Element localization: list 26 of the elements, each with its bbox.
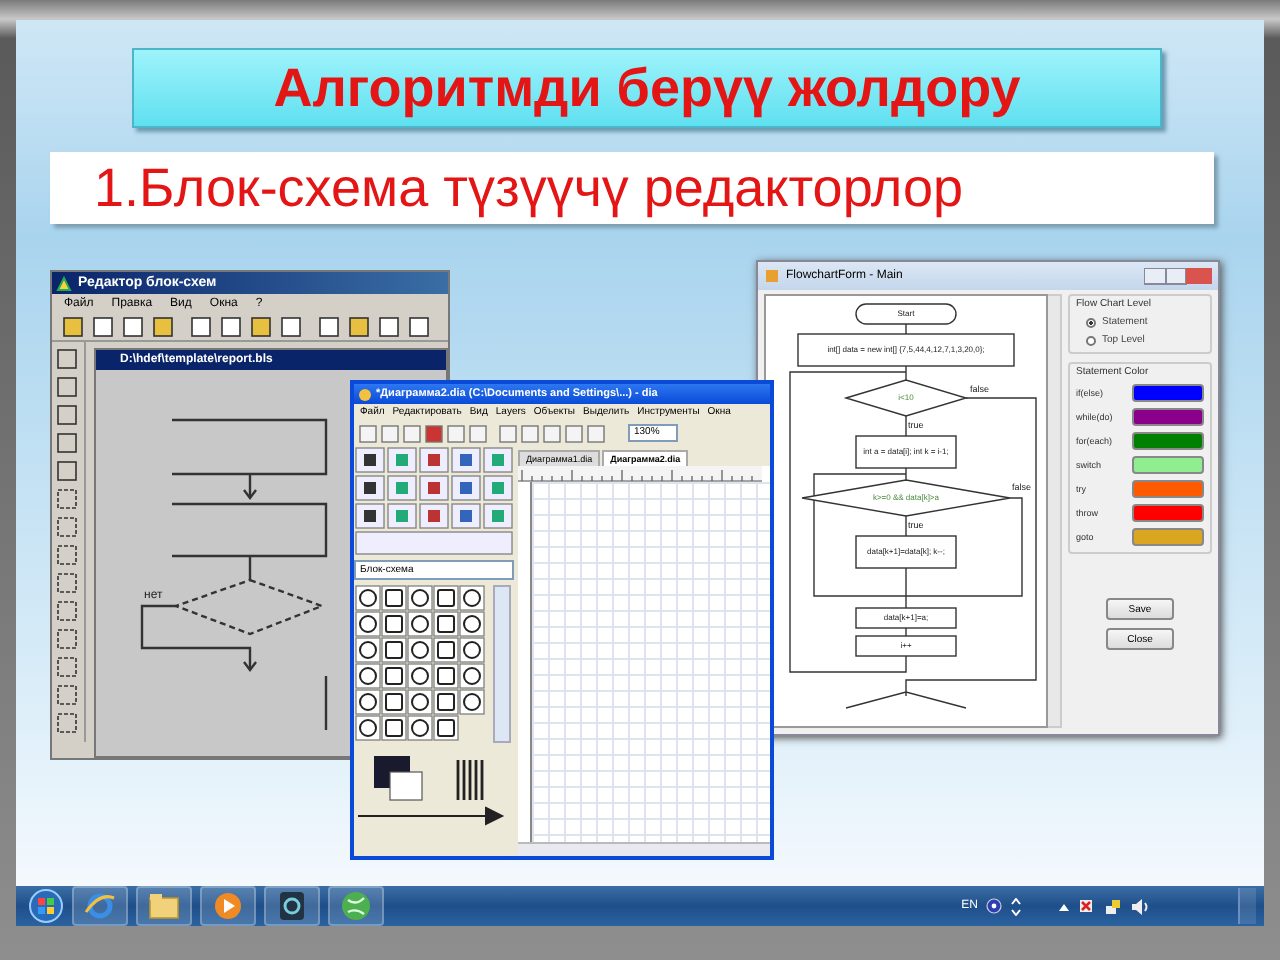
color-swatch[interactable] <box>1132 480 1204 498</box>
app-icon[interactable] <box>274 888 310 924</box>
color-swatch[interactable] <box>1132 456 1204 474</box>
globe-icon[interactable] <box>338 888 374 924</box>
scrollbar[interactable] <box>518 842 770 856</box>
speaker-icon[interactable] <box>1130 897 1150 915</box>
scrollbar[interactable] <box>1048 294 1062 728</box>
slide-title: Алгоритмди берүү жолдору <box>132 48 1162 128</box>
start-icon[interactable] <box>28 888 64 924</box>
arrows-icon[interactable] <box>1010 897 1022 915</box>
app-icon <box>56 275 72 291</box>
radio-button[interactable] <box>1086 335 1096 345</box>
color-swatch[interactable] <box>1132 528 1204 546</box>
folder-icon[interactable] <box>146 888 182 924</box>
browser-icon[interactable] <box>82 888 118 924</box>
color-swatch[interactable] <box>1132 384 1204 402</box>
color-swatch[interactable] <box>1132 504 1204 522</box>
play-icon[interactable] <box>210 888 246 924</box>
app-icon <box>764 268 780 284</box>
window-controls-drawing <box>1144 267 1212 285</box>
radio-button[interactable] <box>1086 317 1096 327</box>
color-swatch[interactable] <box>1132 408 1204 426</box>
app-icon <box>358 387 372 401</box>
slide-subtitle: 1.Блок-схема түзүүчү редакторлор <box>50 152 1214 224</box>
expand-icon[interactable] <box>1058 901 1070 911</box>
color-swatch[interactable] <box>1132 432 1204 450</box>
